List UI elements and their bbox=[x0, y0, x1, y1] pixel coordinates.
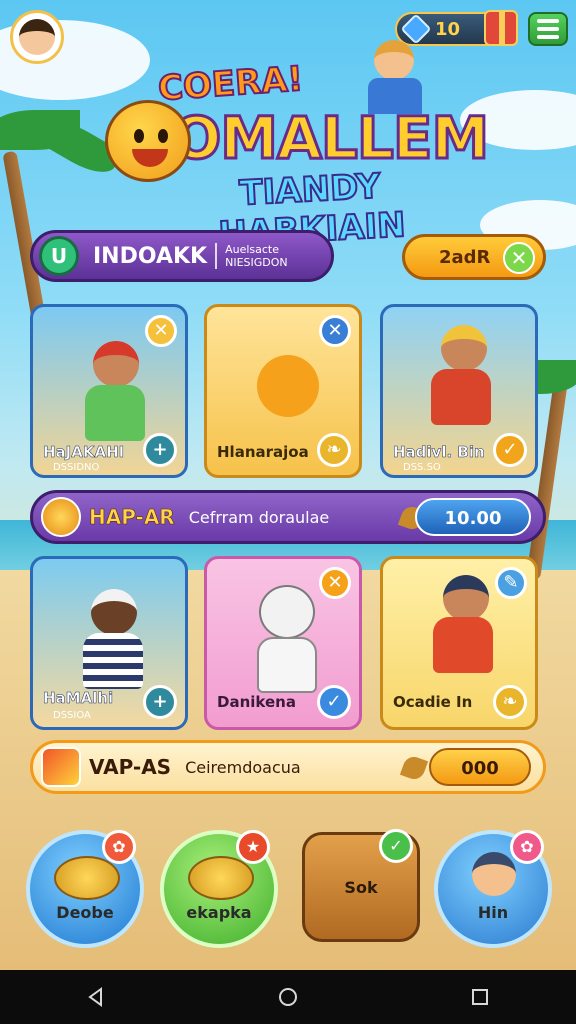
plus-icon[interactable]: + bbox=[143, 685, 177, 719]
character-card[interactable]: HaMAlhi DSSIOA + bbox=[30, 556, 188, 730]
button-label: Hin bbox=[477, 903, 509, 922]
coins-button[interactable]: ✿ Deobe bbox=[26, 830, 144, 948]
card-sublabel: DSS.SO bbox=[403, 462, 441, 473]
character-body-icon bbox=[257, 637, 317, 693]
flower-icon: ✿ bbox=[102, 830, 136, 864]
recents-icon[interactable] bbox=[469, 986, 491, 1008]
system-nav-bar bbox=[0, 970, 576, 1024]
button-label: Sok bbox=[344, 877, 378, 897]
check-icon[interactable]: ✓ bbox=[493, 433, 527, 467]
card-label: Ocadie In bbox=[393, 693, 473, 711]
leaf-icon bbox=[399, 753, 429, 783]
mascot-icon bbox=[105, 100, 191, 182]
menu-line-icon bbox=[537, 19, 559, 23]
pencil-icon[interactable]: ✎ bbox=[495, 567, 527, 599]
reward-bar[interactable]: VAP-AS Ceiremdoacua 000 bbox=[30, 740, 546, 794]
logo-title-small: COERA! bbox=[156, 58, 306, 110]
logo-title-big: OMALLEM bbox=[170, 103, 490, 174]
menu-line-icon bbox=[537, 35, 559, 39]
banner-sub-line2: NIESIGDON bbox=[225, 256, 288, 269]
card-sublabel: DSSIOA bbox=[53, 710, 91, 721]
character-head-icon bbox=[443, 575, 489, 621]
character-head-icon bbox=[93, 341, 139, 387]
add-button[interactable]: 2adR ✕ bbox=[402, 234, 546, 280]
banner-name: INDOAKK bbox=[93, 243, 208, 269]
card-label: HaMAlhi bbox=[43, 689, 114, 708]
close-icon[interactable]: ✕ bbox=[319, 315, 351, 347]
player-banner[interactable]: U INDOAKK Auelsacte NIESIGDON bbox=[30, 230, 334, 282]
avatar-face-icon bbox=[19, 19, 55, 55]
coins-icon bbox=[188, 856, 254, 900]
character-button[interactable]: ✿ Hin bbox=[434, 830, 552, 948]
bar-value[interactable]: 000 bbox=[429, 748, 531, 786]
character-card[interactable]: ✕ HaJAKAHI DSSIDNO + bbox=[30, 304, 188, 478]
flower-icon: ✿ bbox=[510, 830, 544, 864]
plus-icon[interactable]: + bbox=[143, 433, 177, 467]
bar-value[interactable]: 10.00 bbox=[415, 498, 531, 536]
card-sublabel: DSSIDNO bbox=[53, 462, 100, 473]
bar-description: Ceiremdoacua bbox=[185, 757, 301, 777]
profile-avatar[interactable] bbox=[10, 10, 64, 64]
banner-logo-icon: U bbox=[39, 236, 79, 276]
coins-green-button[interactable]: ★ ekapka bbox=[160, 830, 278, 948]
bar-title: HAP-AR bbox=[89, 505, 175, 530]
card-label: Hadivl. Bin bbox=[393, 443, 485, 462]
bar-title: VAP-AS bbox=[89, 755, 172, 779]
close-icon[interactable]: ✕ bbox=[145, 315, 177, 347]
gift-icon[interactable] bbox=[484, 10, 518, 46]
character-card[interactable]: ✕ Hlanarajoa ❧ bbox=[204, 304, 362, 478]
menu-button[interactable] bbox=[528, 12, 568, 46]
character-head-icon bbox=[472, 852, 516, 896]
add-button-label: 2adR bbox=[439, 246, 491, 268]
reward-bar[interactable]: HAP-AR Cefrram doraulae 10.00 bbox=[30, 490, 546, 544]
check-icon: ✓ bbox=[379, 829, 413, 863]
character-head-icon bbox=[91, 589, 137, 635]
menu-line-icon bbox=[537, 27, 559, 31]
leaf-icon[interactable]: ❧ bbox=[493, 685, 527, 719]
close-icon[interactable]: ✕ bbox=[319, 567, 351, 599]
character-card[interactable]: Hadivl. Bin DSS.SO ✓ bbox=[380, 304, 538, 478]
badge-logo-icon bbox=[41, 747, 81, 787]
back-icon[interactable] bbox=[85, 986, 107, 1008]
star-icon: ★ bbox=[236, 830, 270, 864]
button-label: Deobe bbox=[56, 903, 114, 922]
character-body-icon bbox=[83, 633, 143, 689]
close-icon[interactable]: ✕ bbox=[503, 242, 535, 274]
banner-sub-line1: Auelsacte bbox=[225, 243, 280, 256]
banner-divider bbox=[215, 243, 218, 269]
card-label: HaJAKAHI bbox=[43, 443, 125, 462]
character-head-icon bbox=[441, 325, 487, 371]
character-card[interactable]: ✕ Danikena ✓ bbox=[204, 556, 362, 730]
mascot-card-icon bbox=[257, 355, 319, 417]
leaf-icon[interactable]: ❧ bbox=[317, 433, 351, 467]
button-label: ekapka bbox=[186, 903, 252, 922]
backpack-button[interactable]: Sok ✓ bbox=[302, 829, 420, 942]
cat-character-icon bbox=[259, 585, 315, 639]
check-icon[interactable]: ✓ bbox=[317, 685, 351, 719]
coins-icon bbox=[54, 856, 120, 900]
character-card[interactable]: ✎ Ocadie In ❧ bbox=[380, 556, 538, 730]
character-body-icon bbox=[85, 385, 145, 441]
character-body-icon bbox=[431, 369, 491, 425]
home-icon[interactable] bbox=[277, 986, 299, 1008]
bar-description: Cefrram doraulae bbox=[188, 507, 330, 527]
character-body-icon bbox=[433, 617, 493, 673]
spiral-coin-icon bbox=[41, 497, 81, 537]
banner-subtext: Auelsacte NIESIGDON bbox=[225, 243, 288, 269]
card-label: Danikena bbox=[217, 693, 296, 711]
character-boy-icon bbox=[350, 28, 440, 114]
card-label: Hlanarajoa bbox=[217, 443, 309, 461]
